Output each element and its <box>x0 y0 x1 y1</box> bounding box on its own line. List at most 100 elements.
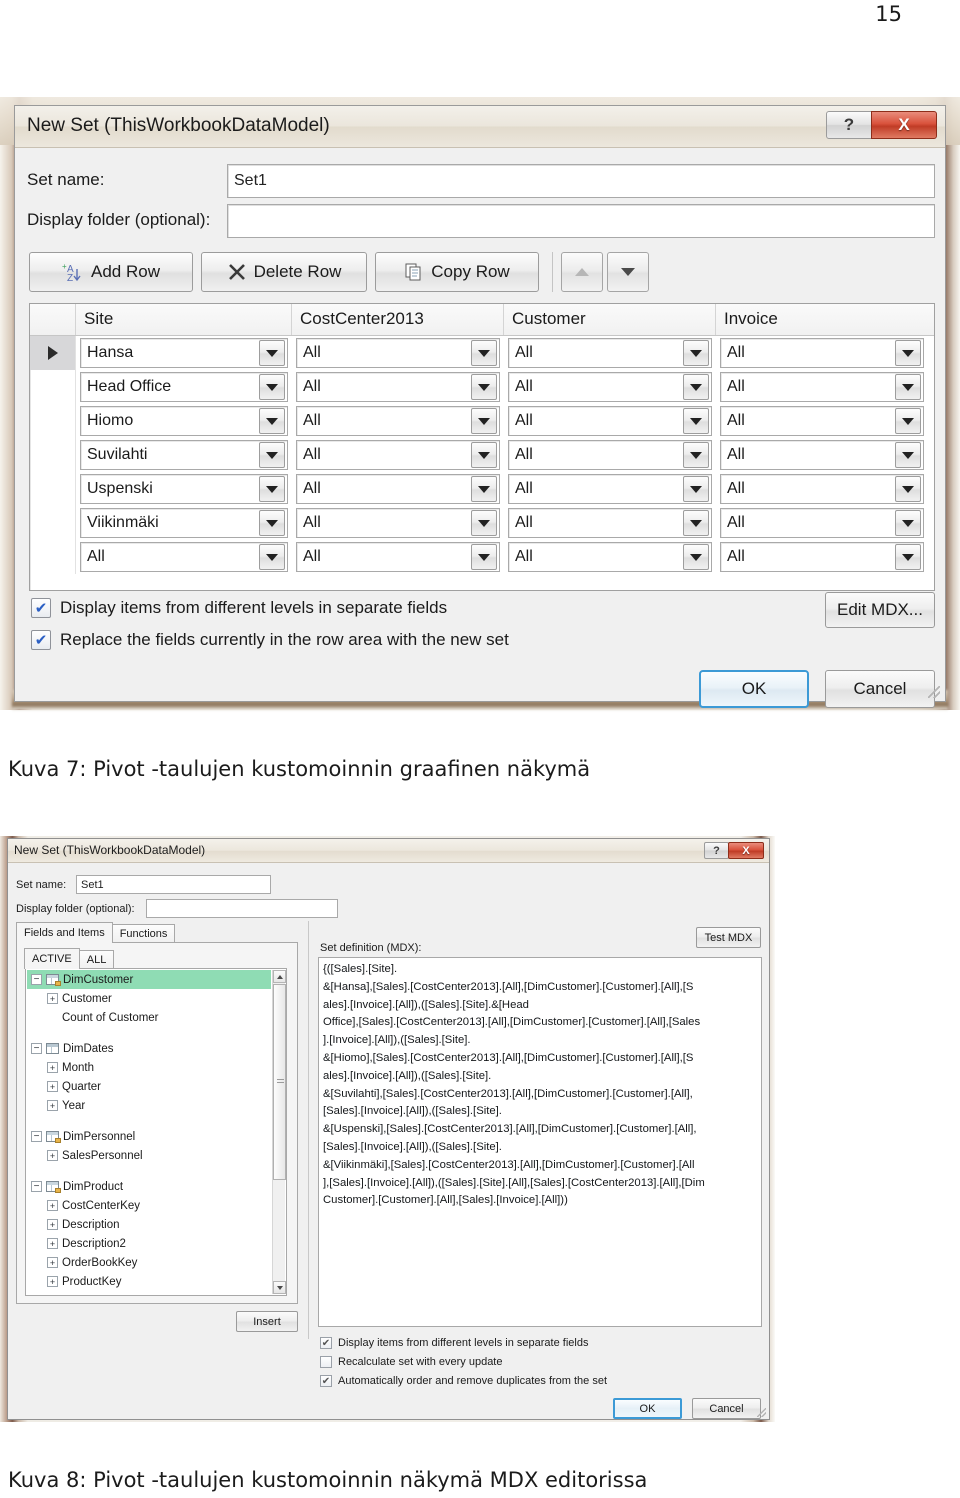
chevron-down-icon[interactable] <box>471 408 497 434</box>
tree-item-dimproduct[interactable]: − DimProduct <box>27 1177 271 1196</box>
cell-costcenter[interactable]: All <box>296 372 500 402</box>
scope-tabs[interactable]: ACTIVE ALL <box>24 948 115 969</box>
column-header-customer[interactable]: Customer <box>504 304 716 335</box>
tab-all[interactable]: ALL <box>78 950 115 969</box>
cell-costcenter[interactable]: All <box>296 338 500 368</box>
cell-customer[interactable]: All <box>508 508 712 538</box>
cell-customer[interactable]: All <box>508 440 712 470</box>
cell-costcenter[interactable]: All <box>296 440 500 470</box>
cell-costcenter[interactable]: All <box>296 474 500 504</box>
test-mdx-button[interactable]: Test MDX <box>696 927 761 948</box>
tree-item-orderbookkey[interactable]: + OrderBookKey <box>27 1253 271 1272</box>
cell-customer[interactable]: All <box>508 338 712 368</box>
chevron-down-icon[interactable] <box>683 442 709 468</box>
tree-item-costcenterkey[interactable]: + CostCenterKey <box>27 1196 271 1215</box>
cell-site[interactable]: All <box>80 542 288 572</box>
tree-scrollbar[interactable] <box>272 970 286 1294</box>
mdx-definition-textarea[interactable]: {([Sales].[Site]. &[Hansa],[Sales].[Cost… <box>318 957 762 1327</box>
field-tree[interactable]: − DimCustomer + Customer Count of Custom… <box>25 968 287 1296</box>
column-header-invoice[interactable]: Invoice <box>716 304 932 335</box>
edit-mdx-button[interactable]: Edit MDX... <box>825 592 935 628</box>
cell-invoice[interactable]: All <box>720 508 924 538</box>
chevron-down-icon[interactable] <box>895 510 921 536</box>
chevron-down-icon[interactable] <box>895 408 921 434</box>
chevron-down-icon[interactable] <box>683 544 709 570</box>
cancel-button[interactable]: Cancel <box>692 1398 761 1419</box>
move-up-button[interactable] <box>561 252 603 292</box>
collapse-minus-icon[interactable]: − <box>31 1043 42 1054</box>
table-row[interactable]: Uspenski All All All <box>30 472 934 506</box>
tree-item-customer[interactable]: + Customer <box>27 989 271 1008</box>
resize-grip-icon[interactable] <box>928 686 940 698</box>
ok-button[interactable]: OK <box>699 670 809 708</box>
cell-customer[interactable]: All <box>508 474 712 504</box>
cell-site[interactable]: Suvilahti <box>80 440 288 470</box>
chevron-down-icon[interactable] <box>259 442 285 468</box>
tree-item-count-of-customer[interactable]: Count of Customer <box>27 1008 271 1027</box>
table-row[interactable]: All All All All <box>30 540 934 574</box>
chevron-down-icon[interactable] <box>471 340 497 366</box>
cell-site[interactable]: Hiomo <box>80 406 288 436</box>
chevron-down-icon[interactable] <box>683 340 709 366</box>
chevron-down-icon[interactable] <box>259 374 285 400</box>
tree-item-productkey[interactable]: + ProductKey <box>27 1272 271 1291</box>
expand-plus-icon[interactable]: + <box>47 1200 58 1211</box>
cell-costcenter[interactable]: All <box>296 508 500 538</box>
close-icon[interactable]: X <box>728 842 764 859</box>
add-row-button[interactable]: + A Z Add Row <box>29 252 193 292</box>
chevron-down-icon[interactable] <box>683 408 709 434</box>
expand-plus-icon[interactable]: + <box>47 1081 58 1092</box>
tree-item-year[interactable]: + Year <box>27 1096 271 1115</box>
cell-site[interactable]: Uspenski <box>80 474 288 504</box>
display-folder-input[interactable] <box>146 899 338 918</box>
expand-plus-icon[interactable]: + <box>47 1062 58 1073</box>
set-rows-grid[interactable]: Site CostCenter2013 Customer Invoice Han… <box>29 303 935 591</box>
chevron-down-icon[interactable] <box>259 476 285 502</box>
left-pane-tabs[interactable]: Fields and Items Functions <box>16 922 176 943</box>
scroll-up-icon[interactable] <box>273 970 286 983</box>
table-row[interactable]: Hansa All All All <box>30 336 934 370</box>
tree-item-description2[interactable]: + Description2 <box>27 1234 271 1253</box>
tree-item-dimcustomer[interactable]: − DimCustomer <box>27 970 271 989</box>
scrollbar-thumb[interactable] <box>273 984 286 1180</box>
set-name-input[interactable]: Set1 <box>76 875 271 894</box>
chevron-down-icon[interactable] <box>895 476 921 502</box>
column-header-site[interactable]: Site <box>76 304 292 335</box>
close-icon[interactable]: X <box>871 111 937 139</box>
chevron-down-icon[interactable] <box>683 510 709 536</box>
row-selector[interactable] <box>30 404 76 438</box>
collapse-minus-icon[interactable]: − <box>31 1181 42 1192</box>
chevron-down-icon[interactable] <box>259 510 285 536</box>
chevron-down-icon[interactable] <box>895 544 921 570</box>
table-row[interactable]: Hiomo All All All <box>30 404 934 438</box>
help-icon[interactable]: ? <box>704 842 729 859</box>
cell-customer[interactable]: All <box>508 406 712 436</box>
cell-invoice[interactable]: All <box>720 474 924 504</box>
cell-costcenter[interactable]: All <box>296 406 500 436</box>
cell-site[interactable]: Head Office <box>80 372 288 402</box>
cell-site[interactable]: Viikinmäki <box>80 508 288 538</box>
cell-invoice[interactable]: All <box>720 542 924 572</box>
cell-costcenter[interactable]: All <box>296 542 500 572</box>
row-selector[interactable] <box>30 370 76 404</box>
column-header-costcenter2013[interactable]: CostCenter2013 <box>292 304 504 335</box>
cell-site[interactable]: Hansa <box>80 338 288 368</box>
ok-button[interactable]: OK <box>613 1398 682 1419</box>
display-folder-input[interactable] <box>227 204 935 238</box>
cell-invoice[interactable]: All <box>720 440 924 470</box>
row-selector[interactable] <box>30 438 76 472</box>
tree-item-description[interactable]: + Description <box>27 1215 271 1234</box>
cancel-button[interactable]: Cancel <box>825 670 935 708</box>
tab-functions[interactable]: Functions <box>111 924 176 943</box>
set-name-input[interactable]: Set1 <box>227 164 935 198</box>
chevron-down-icon[interactable] <box>471 476 497 502</box>
cell-customer[interactable]: All <box>508 542 712 572</box>
expand-plus-icon[interactable]: + <box>47 1276 58 1287</box>
expand-plus-icon[interactable]: + <box>47 1238 58 1249</box>
chevron-down-icon[interactable] <box>259 408 285 434</box>
tab-fields-and-items[interactable]: Fields and Items <box>16 922 113 943</box>
chevron-down-icon[interactable] <box>259 544 285 570</box>
cell-invoice[interactable]: All <box>720 338 924 368</box>
cell-invoice[interactable]: All <box>720 372 924 402</box>
chevron-down-icon[interactable] <box>471 544 497 570</box>
